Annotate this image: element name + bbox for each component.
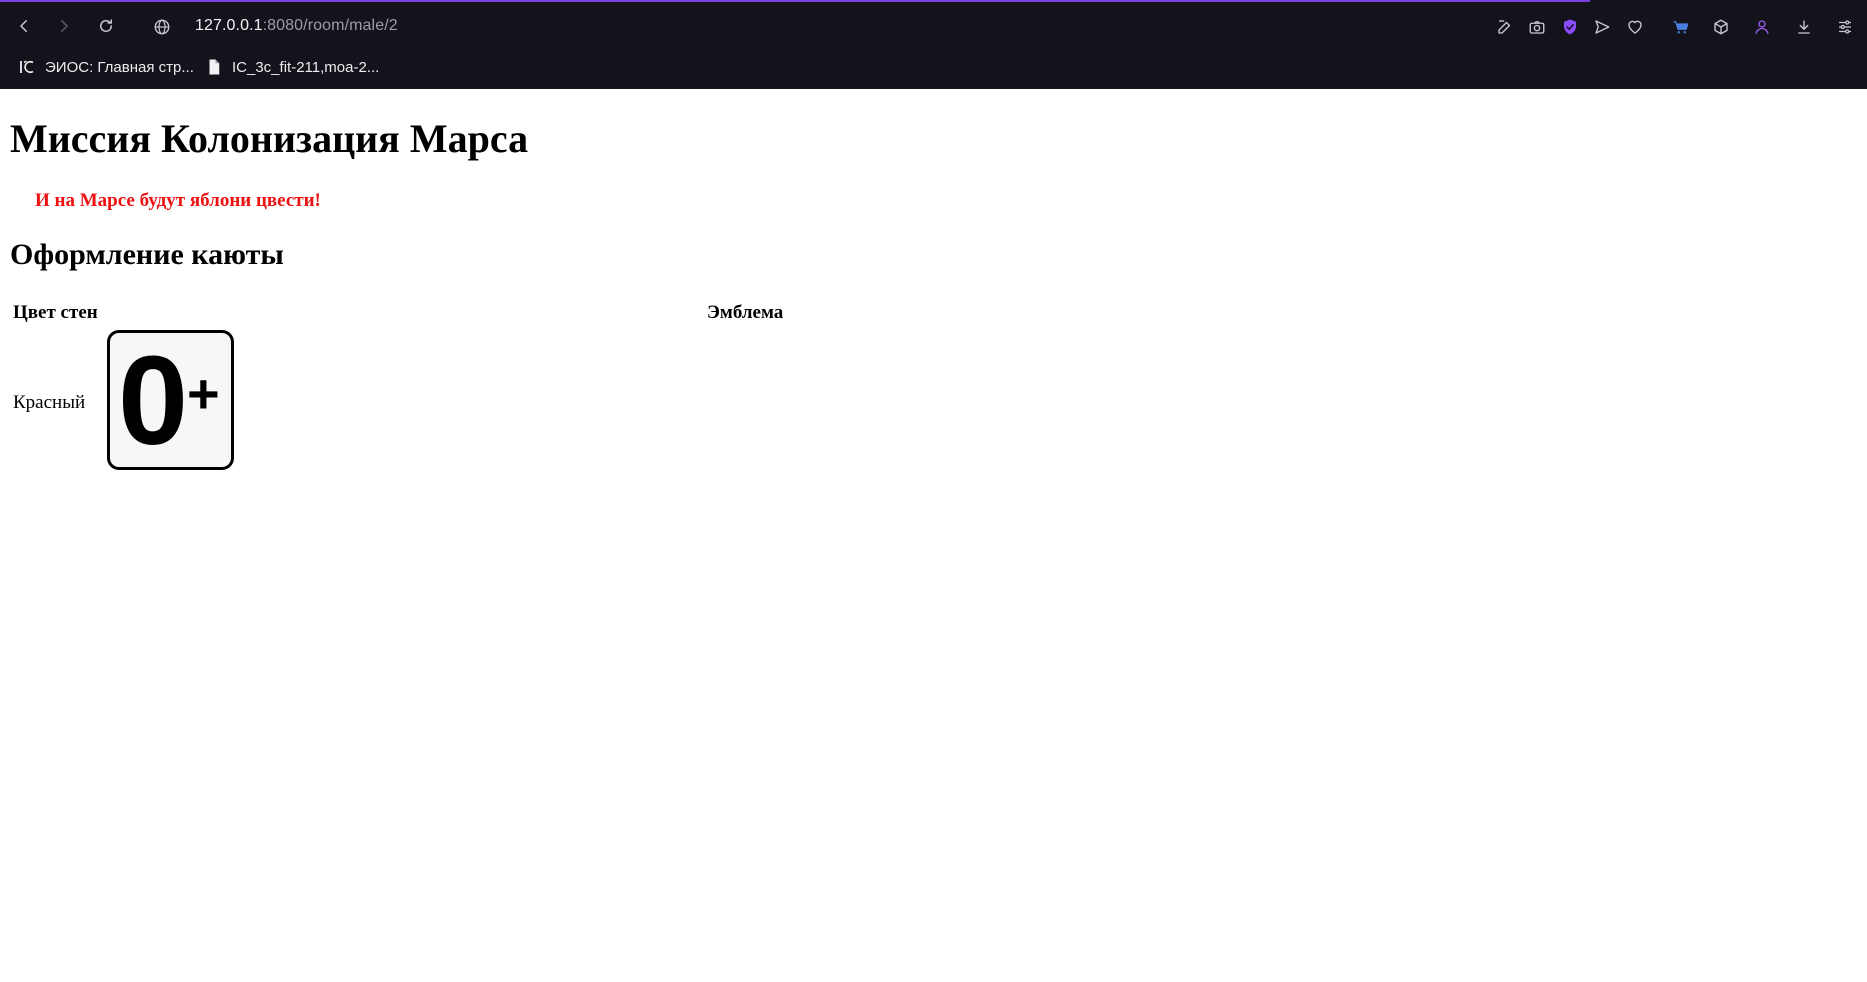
url-path: :8080/room/male/2 (262, 17, 398, 34)
address-bar[interactable]: 127.0.0.1:8080/room/male/2 (195, 17, 398, 35)
camera-icon (1529, 21, 1545, 34)
page-content: Миссия Колонизация Марса И на Марсе буду… (0, 89, 1867, 982)
emblem-number: 0 (118, 330, 188, 471)
table-header-wall-color: Цвет стен (13, 302, 98, 323)
1c-logo-icon (18, 58, 36, 76)
table-header-emblem: Эмблема (707, 302, 784, 323)
send-button[interactable] (1589, 14, 1615, 40)
vpn-button[interactable] (1557, 14, 1583, 40)
extensions-button[interactable] (1708, 14, 1734, 40)
bookmarks-bar: ЭИОС: Главная стр... IC_3c_fit-211,moa-2… (0, 50, 1867, 84)
slogan: И на Марсе будут яблони цвести! (35, 190, 321, 211)
page-title: Миссия Колонизация Марса (10, 116, 529, 161)
user-icon (1755, 20, 1769, 34)
shield-check-icon (1564, 19, 1576, 35)
browser-toolbar: 127.0.0.1:8080/room/male/2 (0, 6, 1867, 46)
bookmark-label: ЭИОС: Главная стр... (45, 58, 194, 76)
globe-icon (154, 19, 170, 35)
section-title: Оформление каюты (10, 238, 284, 271)
edit-button[interactable] (1492, 14, 1518, 40)
snapshot-button[interactable] (1524, 14, 1550, 40)
reload-icon (100, 19, 112, 32)
bookmark-label: IC_3c_fit-211,moa-2... (232, 58, 380, 76)
chevron-right-icon (61, 20, 68, 32)
settings-sliders-icon (1839, 20, 1851, 34)
bookmark-file[interactable]: IC_3c_fit-211,moa-2... (205, 55, 379, 79)
send-icon (1595, 20, 1610, 34)
heart-icon (1628, 20, 1642, 34)
profile-button[interactable] (1749, 14, 1775, 40)
easy-setup-button[interactable] (1832, 14, 1858, 40)
edit-icon (1498, 20, 1511, 34)
cart-icon (1673, 21, 1689, 34)
file-icon (205, 58, 223, 76)
reload-button[interactable] (92, 12, 120, 40)
age-rating-emblem: 0 + (107, 330, 234, 471)
bookmark-eios[interactable]: ЭИОС: Главная стр... (18, 55, 194, 79)
back-button[interactable] (10, 12, 38, 40)
url-host: 127.0.0.1 (195, 17, 263, 34)
shopping-button[interactable] (1668, 14, 1694, 40)
favorites-button[interactable] (1622, 14, 1648, 40)
emblem-plus: + (187, 362, 220, 425)
browser-chrome: 127.0.0.1:8080/room/male/2 ЭИОС: Главная… (0, 0, 1867, 89)
downloads-button[interactable] (1791, 14, 1817, 40)
chevron-left-icon (20, 20, 27, 32)
cube-icon (1714, 19, 1728, 35)
wall-color-value: Красный (13, 392, 86, 413)
download-icon (1798, 20, 1810, 34)
page-load-progress (0, 0, 1590, 2)
forward-button[interactable] (50, 12, 78, 40)
